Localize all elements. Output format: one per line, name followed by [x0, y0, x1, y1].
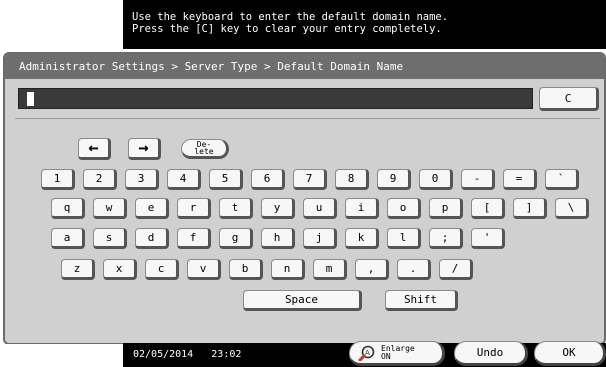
key[interactable]: [ [471, 198, 505, 219]
key[interactable]: , [355, 259, 389, 280]
key[interactable]: 8 [335, 169, 369, 190]
key[interactable]: e [135, 198, 169, 219]
shift-key[interactable]: Shift [385, 290, 458, 311]
space-key[interactable]: Space [243, 290, 362, 311]
key[interactable]: . [397, 259, 431, 280]
key[interactable]: 7 [293, 169, 327, 190]
key[interactable]: 9 [377, 169, 411, 190]
svg-text:A: A [365, 349, 370, 357]
left-arrow-key[interactable]: ← [78, 138, 111, 160]
key[interactable]: b [229, 259, 263, 280]
key[interactable]: 2 [83, 169, 117, 190]
key[interactable]: f [177, 228, 211, 249]
enlarge-button[interactable]: A Enlarge ON [349, 341, 445, 366]
enlarge-icon: A [358, 345, 375, 361]
delete-key[interactable]: De- lete [181, 139, 229, 159]
instruction-message: Use the keyboard to enter the default do… [123, 0, 606, 49]
key[interactable]: 1 [41, 169, 75, 190]
key[interactable]: ' [471, 228, 505, 249]
input-panel: Administrator Settings > Server Type > D… [3, 52, 606, 345]
key[interactable]: d [135, 228, 169, 249]
key[interactable]: - [461, 169, 495, 190]
top-left-blank [0, 0, 123, 49]
right-arrow-key[interactable]: → [128, 138, 161, 160]
ok-button[interactable]: OK [534, 341, 606, 366]
enlarge-state: ON [381, 351, 391, 361]
key[interactable]: m [313, 259, 347, 280]
key[interactable]: o [387, 198, 421, 219]
key[interactable]: p [429, 198, 463, 219]
time-text: 23:02 [211, 349, 242, 360]
key[interactable]: 0 [419, 169, 453, 190]
key[interactable]: r [177, 198, 211, 219]
undo-button[interactable]: Undo [454, 341, 528, 366]
key[interactable]: v [187, 259, 221, 280]
key[interactable]: = [503, 169, 537, 190]
breadcrumb: Administrator Settings > Server Type > D… [5, 54, 604, 79]
key[interactable]: x [103, 259, 137, 280]
key[interactable]: / [439, 259, 473, 280]
bottom-left-blank [0, 344, 123, 367]
key[interactable]: j [303, 228, 337, 249]
instruction-line-1: Use the keyboard to enter the default do… [132, 11, 449, 23]
key[interactable]: u [303, 198, 337, 219]
key[interactable]: 3 [125, 169, 159, 190]
key[interactable]: ` [545, 169, 579, 190]
key[interactable]: a [51, 228, 85, 249]
key[interactable]: n [271, 259, 305, 280]
divider [15, 118, 600, 119]
key[interactable]: c [145, 259, 179, 280]
datetime: 02/05/2014 23:02 [133, 348, 241, 362]
key[interactable]: 6 [251, 169, 285, 190]
key[interactable]: s [93, 228, 127, 249]
key[interactable]: q [51, 198, 85, 219]
key[interactable]: h [261, 228, 295, 249]
key[interactable]: z [61, 259, 95, 280]
key[interactable]: \ [555, 198, 589, 219]
domain-name-input[interactable] [18, 88, 533, 109]
clear-button[interactable]: C [539, 87, 599, 111]
delete-label-2: lete [194, 147, 214, 156]
key[interactable]: y [261, 198, 295, 219]
key[interactable]: t [219, 198, 253, 219]
key[interactable]: w [93, 198, 127, 219]
key[interactable]: 5 [209, 169, 243, 190]
date-text: 02/05/2014 [133, 349, 194, 360]
key[interactable]: ; [429, 228, 463, 249]
key[interactable]: k [345, 228, 379, 249]
text-cursor [27, 92, 34, 106]
key[interactable]: g [219, 228, 253, 249]
key[interactable]: ] [513, 198, 547, 219]
instruction-line-2: Press the [C] key to clear your entry co… [132, 23, 442, 35]
key[interactable]: l [387, 228, 421, 249]
key[interactable]: i [345, 198, 379, 219]
key[interactable]: 4 [167, 169, 201, 190]
